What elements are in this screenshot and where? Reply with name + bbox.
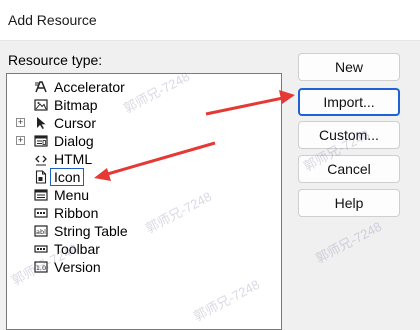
arrow-to-icon-item-icon [94, 141, 216, 181]
annotation-arrows [94, 90, 295, 181]
arrow-to-import-icon [205, 90, 295, 116]
